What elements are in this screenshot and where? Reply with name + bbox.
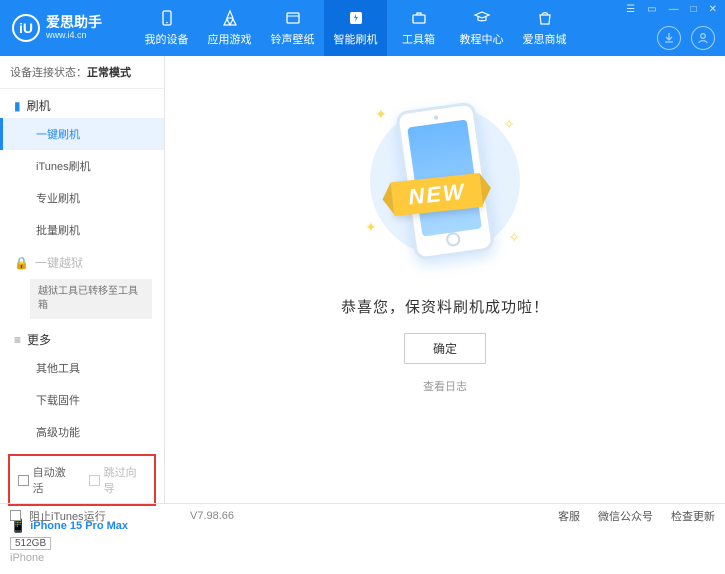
success-message: 恭喜您，保资料刷机成功啦！ [341,296,549,317]
sidebar-item-itunes[interactable]: iTunes刷机 [0,150,164,182]
nav-label: 工具箱 [402,31,435,47]
device-type: iPhone [10,552,154,564]
minimize-button[interactable]: — [667,4,681,15]
status-label: 设备连接状态： [10,67,87,79]
download-button[interactable] [657,26,681,50]
checkbox-icon [89,475,100,486]
section-label: 刷机 [27,97,51,114]
sidebar-item-oneclick[interactable]: 一键刷机 [0,118,164,150]
device-icon [158,9,176,27]
nav-toolbox[interactable]: 工具箱 [387,0,450,56]
version-label: V7.98.66 [190,510,234,522]
lock-icon: 🔒 [14,256,29,270]
section-label: 更多 [27,331,51,348]
apps-icon [221,9,239,27]
sidebar: 设备连接状态：正常模式 ▮ 刷机 一键刷机 iTunes刷机 专业刷机 批量刷机… [0,56,165,503]
connection-status: 设备连接状态：正常模式 [0,56,164,89]
nav-label: 教程中心 [460,31,504,47]
sidebar-item-othertools[interactable]: 其他工具 [0,352,164,384]
ok-button[interactable]: 确定 [404,333,486,364]
menu-icon[interactable]: ☰ [624,4,637,15]
nav-my-device[interactable]: 我的设备 [135,0,198,56]
app-header: iU 爱思助手 www.i4.cn 我的设备 应用游戏 铃声壁纸 智能刷机 工具… [0,0,725,56]
main-panel: ✦ ✧ ✦ ✧ NEW 恭喜您，保资料刷机成功啦！ 确定 查看日志 [165,56,725,503]
footer: 阻止iTunes运行 V7.98.66 客服 微信公众号 检查更新 [0,503,725,527]
more-icon: ≡ [14,333,21,347]
view-log-link[interactable]: 查看日志 [423,378,467,394]
section-label: 一键越狱 [35,254,83,271]
checkbox-skip-setup: 跳过向导 [89,464,146,496]
jailbreak-note: 越狱工具已转移至工具箱 [30,279,152,319]
success-illustration: ✦ ✧ ✦ ✧ NEW [345,86,545,276]
options-box: 自动激活 跳过向导 [8,454,156,506]
nav-ringtones[interactable]: 铃声壁纸 [261,0,324,56]
checkbox-label: 跳过向导 [104,464,146,496]
sidebar-item-advanced[interactable]: 高级功能 [0,416,164,448]
sidebar-item-download-fw[interactable]: 下载固件 [0,384,164,416]
nav-apps[interactable]: 应用游戏 [198,0,261,56]
section-flash[interactable]: ▮ 刷机 [0,89,164,118]
logo-icon: iU [12,14,40,42]
checkbox-icon [18,475,29,486]
footer-link-wechat[interactable]: 微信公众号 [598,508,653,524]
section-more[interactable]: ≡ 更多 [0,323,164,352]
top-nav: 我的设备 应用游戏 铃声壁纸 智能刷机 工具箱 教程中心 爱思商城 [135,0,576,56]
sidebar-item-pro[interactable]: 专业刷机 [0,182,164,214]
app-subtitle: www.i4.cn [46,31,102,41]
nav-tutorials[interactable]: 教程中心 [450,0,513,56]
nav-label: 铃声壁纸 [271,31,315,47]
footer-link-support[interactable]: 客服 [558,508,580,524]
footer-link-update[interactable]: 检查更新 [671,508,715,524]
nav-label: 智能刷机 [334,31,378,47]
nav-label: 应用游戏 [208,31,252,47]
app-title: 爱思助手 [46,15,102,30]
nav-label: 爱思商城 [523,31,567,47]
flash-icon [347,9,365,27]
logo: iU 爱思助手 www.i4.cn [0,14,135,42]
close-button[interactable]: ✕ [707,4,719,15]
sidebar-item-batch[interactable]: 批量刷机 [0,214,164,246]
checkbox-label: 阻止iTunes运行 [29,508,106,524]
maximize-button[interactable]: □ [689,4,699,15]
store-icon [536,9,554,27]
phone-icon: ▮ [14,99,21,113]
device-storage: 512GB [10,537,51,550]
section-jailbreak: 🔒 一键越狱 [0,246,164,275]
checkbox-block-itunes[interactable]: 阻止iTunes运行 [10,508,106,524]
nav-store[interactable]: 爱思商城 [513,0,576,56]
nav-flash[interactable]: 智能刷机 [324,0,387,56]
window-controls: ☰ ▭ — □ ✕ [624,4,719,15]
checkbox-auto-activate[interactable]: 自动激活 [18,464,75,496]
status-value: 正常模式 [87,67,131,79]
nav-label: 我的设备 [145,31,189,47]
ringtone-icon [284,9,302,27]
toolbox-icon [410,9,428,27]
user-button[interactable] [691,26,715,50]
skin-icon[interactable]: ▭ [645,4,658,15]
checkbox-icon [10,510,21,521]
checkbox-label: 自动激活 [33,464,75,496]
tutorial-icon [473,9,491,27]
